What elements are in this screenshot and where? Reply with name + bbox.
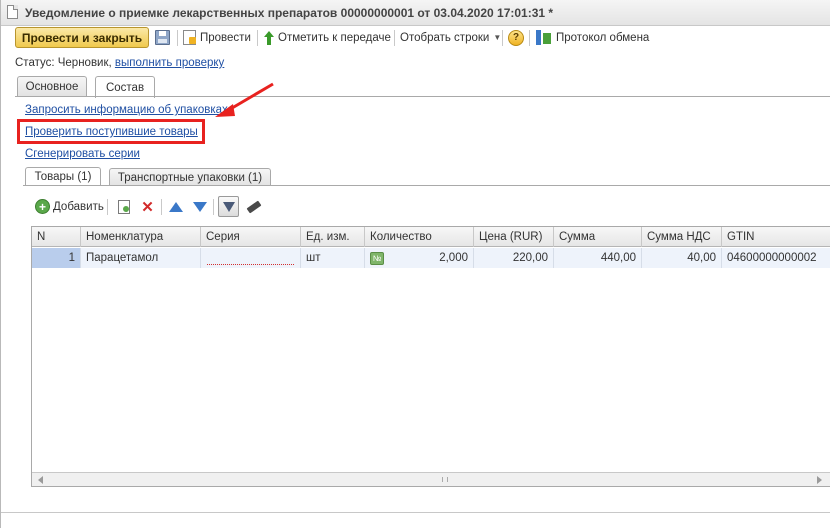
select-rows-label: Отобрать строки xyxy=(400,31,490,44)
toolbar-separator xyxy=(394,30,395,46)
column-header-quantity[interactable]: Количество xyxy=(365,227,474,247)
column-header-vat[interactable]: Сумма НДС xyxy=(642,227,722,247)
save-icon xyxy=(155,30,170,45)
toolbar-separator xyxy=(529,30,530,46)
document-window: Уведомление о приемке лекарственных преп… xyxy=(0,0,830,528)
add-icon: + xyxy=(35,199,50,214)
scroll-grip-icon[interactable] xyxy=(442,477,448,482)
status-text: Статус: Черновик, xyxy=(15,57,112,69)
move-up-button[interactable] xyxy=(165,196,186,217)
toolbar-separator xyxy=(213,199,214,215)
toolbar-separator xyxy=(107,199,108,215)
tab-main[interactable]: Основное xyxy=(17,76,87,97)
cell-price[interactable]: 220,00 xyxy=(474,248,554,268)
cell-sum[interactable]: 440,00 xyxy=(554,248,642,268)
number-icon: № xyxy=(370,251,384,265)
copy-icon xyxy=(117,199,130,214)
table-header: N Номенклатура Серия Ед. изм. Количество… xyxy=(32,227,830,247)
post-document-icon xyxy=(183,30,196,45)
title-bar: Уведомление о приемке лекарственных преп… xyxy=(1,0,830,26)
filter-button[interactable] xyxy=(218,196,239,217)
row-number[interactable]: 1 xyxy=(32,248,81,268)
goods-table: N Номенклатура Серия Ед. изм. Количество… xyxy=(31,226,830,487)
select-rows-dropdown[interactable]: Отобрать строки ▼ xyxy=(400,27,501,48)
mark-for-transfer-button[interactable]: Отметить к передаче xyxy=(264,27,391,48)
tab-contents[interactable]: Состав xyxy=(95,76,155,98)
window-title: Уведомление о приемке лекарственных преп… xyxy=(25,6,554,20)
column-header-gtin[interactable]: GTIN xyxy=(722,227,830,247)
delete-row-button[interactable]: ✕ xyxy=(137,196,158,217)
exchange-protocol-icon xyxy=(536,30,552,45)
column-header-price[interactable]: Цена (RUR) xyxy=(474,227,554,247)
toolbar-separator xyxy=(161,199,162,215)
green-arrow-up-icon xyxy=(264,30,274,45)
scroll-right-icon[interactable] xyxy=(817,476,822,484)
generate-series-link[interactable]: Сгенерировать серии xyxy=(25,148,140,160)
cell-vat[interactable]: 40,00 xyxy=(642,248,722,268)
post-button[interactable]: Провести xyxy=(183,27,251,48)
request-packaging-info-link[interactable]: Запросить информацию об упаковках xyxy=(25,104,228,116)
add-row-button[interactable]: + Добавить xyxy=(35,196,104,217)
scroll-left-icon[interactable] xyxy=(38,476,43,484)
cell-quantity[interactable]: № 2,000 xyxy=(365,248,474,268)
cell-nomenclature[interactable]: Парацетамол xyxy=(81,248,201,268)
column-header-sum[interactable]: Сумма xyxy=(554,227,642,247)
toolbar-separator xyxy=(257,30,258,46)
annotation-highlight-box xyxy=(17,119,205,144)
cell-series[interactable] xyxy=(201,248,301,268)
required-field-underline xyxy=(207,264,294,265)
filter-icon xyxy=(222,201,235,212)
tab-divider xyxy=(15,96,830,97)
delete-icon: ✕ xyxy=(141,198,154,216)
toolbar-separator xyxy=(502,30,503,46)
horizontal-scrollbar[interactable] xyxy=(32,472,830,486)
post-button-label: Провести xyxy=(200,31,251,44)
run-check-link[interactable]: выполнить проверку xyxy=(115,57,224,69)
document-icon xyxy=(7,5,18,19)
help-button[interactable]: ? xyxy=(508,27,524,48)
cell-unit[interactable]: шт xyxy=(301,248,365,268)
column-header-series[interactable]: Серия xyxy=(201,227,301,247)
toolbar-separator xyxy=(177,30,178,46)
column-header-nomenclature[interactable]: Номенклатура xyxy=(81,227,201,247)
request-packaging-info-label: Запросить информацию об упаковках xyxy=(25,104,228,116)
status-line: Статус: Черновик, выполнить проверку xyxy=(15,57,224,69)
cell-gtin[interactable]: 04600000000002 xyxy=(722,248,830,268)
barcode-scan-button[interactable] xyxy=(243,196,264,217)
arrow-down-icon xyxy=(192,201,207,212)
exchange-protocol-label: Протокол обмена xyxy=(556,31,650,44)
command-toolbar: Провести и закрыть Провести Отметить к п… xyxy=(1,27,830,49)
subtab-divider xyxy=(23,185,830,186)
table-row[interactable]: 1 Парацетамол шт № 2,000 220,00 440,00 4… xyxy=(32,248,830,268)
quantity-value: 2,000 xyxy=(439,252,468,264)
arrow-up-icon xyxy=(168,201,183,212)
move-down-button[interactable] xyxy=(189,196,210,217)
column-header-n[interactable]: N xyxy=(32,227,81,247)
tab-transport-packages[interactable]: Транспортные упаковки (1) xyxy=(109,168,271,186)
tab-goods[interactable]: Товары (1) xyxy=(25,167,101,186)
exchange-protocol-button[interactable]: Протокол обмена xyxy=(536,27,649,48)
mark-for-transfer-label: Отметить к передаче xyxy=(278,31,391,44)
footer-divider xyxy=(1,512,830,513)
column-header-unit[interactable]: Ед. изм. xyxy=(301,227,365,247)
copy-row-button[interactable] xyxy=(113,196,134,217)
help-icon: ? xyxy=(508,29,524,46)
barcode-scanner-icon xyxy=(246,200,261,213)
post-and-close-button[interactable]: Провести и закрыть xyxy=(15,27,149,48)
add-row-label: Добавить xyxy=(53,200,104,213)
generate-series-label: Сгенерировать серии xyxy=(25,148,140,160)
save-button[interactable] xyxy=(155,27,170,48)
chevron-down-icon: ▼ xyxy=(493,33,502,42)
